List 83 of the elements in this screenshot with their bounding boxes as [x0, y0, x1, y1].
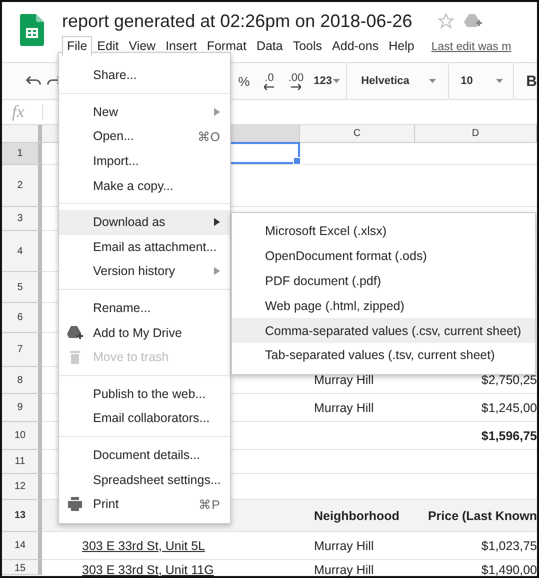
table-cell: Murray Hill: [314, 400, 374, 414]
menu-option[interactable]: Share...: [59, 63, 230, 88]
menu-item[interactable]: Edit: [92, 36, 124, 56]
menu-option[interactable]: Download as: [59, 210, 230, 235]
menu-option[interactable]: Email as attachment...: [59, 234, 230, 260]
row-header[interactable]: 8: [2, 367, 42, 394]
row-header[interactable]: 11: [2, 450, 42, 474]
table-cell: $2,750,25: [481, 373, 537, 387]
row-header[interactable]: 6: [2, 303, 42, 333]
caret-icon: [496, 79, 504, 83]
decrease-decimal-button[interactable]: .0: [264, 72, 274, 90]
row-header[interactable]: 10: [2, 422, 42, 450]
left-arrow-icon: [264, 84, 274, 90]
submenu-arrow-icon: [214, 267, 220, 276]
row-header[interactable]: 5: [2, 272, 42, 303]
menu-item[interactable]: Format: [202, 36, 252, 56]
submenu-item[interactable]: OpenDocument format (.ods): [232, 244, 535, 269]
column-header[interactable]: D: [415, 125, 537, 142]
row-header[interactable]: 14: [2, 532, 42, 560]
menu-item[interactable]: File: [62, 36, 92, 56]
percent-button[interactable]: %: [238, 76, 250, 86]
submenu-item[interactable]: Microsoft Excel (.xlsx): [232, 219, 535, 244]
row-header[interactable]: 2: [2, 165, 42, 207]
menu-option[interactable]: Add to My Drive: [59, 320, 230, 345]
row-header[interactable]: 13: [2, 500, 42, 532]
menu-option[interactable]: Spreadsheet settings...: [59, 467, 230, 492]
drive-add-icon[interactable]: [464, 13, 482, 29]
menu-item[interactable]: Data: [251, 36, 288, 56]
menu-option[interactable]: Rename...: [59, 296, 230, 320]
table-cell: $1,596,75: [481, 428, 537, 442]
menu-item[interactable]: Add-ons: [327, 36, 384, 56]
submenu-arrow-icon: [214, 108, 220, 116]
menu-option[interactable]: Version history: [59, 259, 230, 284]
submenu-item[interactable]: Comma-separated values (.csv, current sheet): [232, 318, 535, 343]
submenu-item[interactable]: PDF document (.pdf): [232, 268, 535, 294]
last-edit-link[interactable]: Last edit was m: [431, 41, 512, 56]
column-header[interactable]: C: [300, 125, 415, 142]
menu-option[interactable]: Print ⌘P: [59, 492, 230, 516]
menu-option[interactable]: Open... ⌘O: [59, 124, 230, 149]
menu-item[interactable]: View: [124, 36, 161, 56]
caret-icon: [333, 79, 340, 83]
submenu-item[interactable]: Web page (.html, zipped): [232, 293, 535, 318]
row-header[interactable]: 3: [2, 207, 42, 231]
row-header[interactable]: 12: [2, 474, 42, 500]
drive-add-icon: [67, 326, 83, 340]
table-cell: Price (Last Known: [428, 508, 537, 522]
submenu-arrow-icon: [214, 218, 220, 226]
menu-option[interactable]: Document details...: [59, 442, 230, 468]
increase-decimal-button[interactable]: .00: [288, 72, 304, 90]
menu-option[interactable]: Email collaborators...: [59, 406, 230, 431]
menu-option[interactable]: Publish to the web...: [59, 382, 230, 406]
menu-option[interactable]: Import...: [59, 148, 230, 174]
table-cell: Neighborhood: [314, 508, 400, 522]
row-header[interactable]: 7: [2, 333, 42, 367]
address-link[interactable]: 303 E 33rd St, Unit 5L: [82, 538, 205, 552]
trash-icon: [67, 350, 83, 364]
spreadsheet-logo-icon[interactable]: [20, 14, 44, 46]
address-link[interactable]: 303 E 33rd St, Unit 11G: [82, 563, 214, 576]
row-header[interactable]: 9: [2, 394, 42, 422]
menu-item[interactable]: Help: [384, 36, 420, 56]
table-cell: $1,023,75: [481, 538, 537, 552]
format-dropdown[interactable]: 123: [314, 75, 340, 87]
font-dropdown[interactable]: Helvetica: [361, 75, 436, 87]
menu-item[interactable]: Insert: [160, 36, 202, 56]
document-title[interactable]: report generated at 02:26pm on 2018-06-26: [62, 10, 412, 32]
table-cell: Murray Hill: [314, 373, 374, 387]
star-icon[interactable]: [438, 13, 454, 29]
bold-button[interactable]: B: [526, 72, 537, 90]
menu-item[interactable]: Tools: [288, 36, 328, 56]
caret-icon: [428, 79, 436, 83]
formula-label: fx: [11, 102, 26, 122]
font-size-dropdown[interactable]: 10: [460, 75, 504, 87]
submenu-item[interactable]: Tab-separated values (.tsv, current sheet): [232, 342, 535, 368]
table-cell: $1,490,00: [481, 563, 537, 576]
table-cell: $1,245,00: [481, 400, 537, 414]
menu-option[interactable]: Make a copy...: [59, 173, 230, 198]
menu-option[interactable]: New: [59, 100, 230, 124]
right-arrow-icon: [290, 84, 301, 90]
row-header[interactable]: 1: [2, 143, 42, 165]
printer-icon: [67, 497, 83, 512]
row-header[interactable]: 15: [2, 560, 42, 575]
row-header[interactable]: 4: [2, 231, 42, 272]
table-cell: Murray Hill: [314, 538, 374, 552]
